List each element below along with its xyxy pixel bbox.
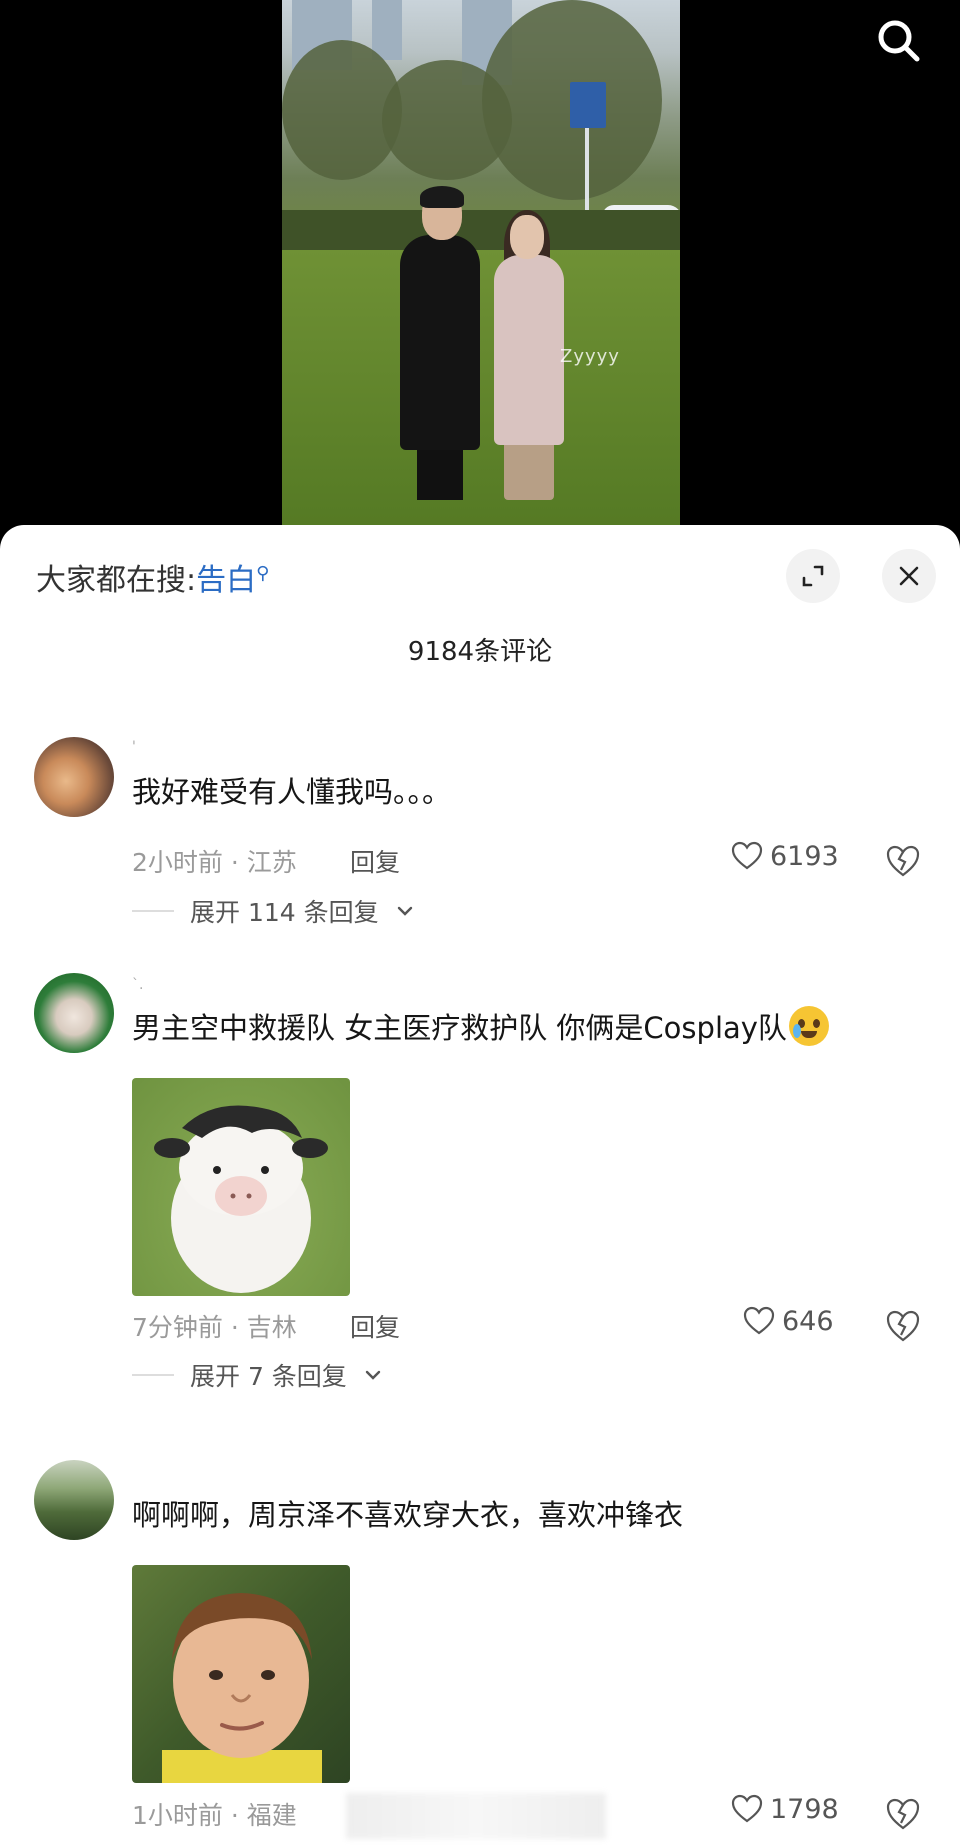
sticker-image[interactable] <box>132 1565 350 1783</box>
blurred-overlay <box>346 1793 606 1839</box>
comment-time-location: 2小时前 · 江苏 <box>132 848 297 877</box>
comment-time-location: 7分钟前 · 吉林 <box>132 1313 297 1342</box>
crying-laugh-emoji-icon <box>788 1006 829 1046</box>
avatar[interactable] <box>34 737 114 817</box>
like-button[interactable]: 646 <box>742 1304 834 1338</box>
woman-figure-head <box>510 215 544 259</box>
comment-time-location: 1小时前 · 福建 <box>132 1801 297 1830</box>
video-frame[interactable]: Zyyyy <box>282 0 680 525</box>
woman-figure <box>494 255 564 445</box>
man-figure <box>400 235 480 450</box>
expand-replies-button[interactable]: 展开 7 条回复 <box>132 1357 383 1393</box>
avatar[interactable] <box>34 973 114 1053</box>
broken-heart-icon <box>886 1310 920 1342</box>
man-figure-legs <box>417 445 463 500</box>
search-icon <box>878 20 920 62</box>
avatar[interactable] <box>34 1460 114 1540</box>
lawn <box>282 250 680 525</box>
reply-button[interactable]: 回复 <box>350 1308 400 1344</box>
divider <box>132 1374 174 1376</box>
road-sign <box>570 82 606 128</box>
expand-replies-label: 展开 114 条回复 <box>190 898 379 927</box>
comment-count: 9184条评论 <box>407 637 553 667</box>
like-count: 1798 <box>770 1793 839 1825</box>
like-count: 646 <box>782 1305 834 1337</box>
expand-replies-label: 展开 7 条回复 <box>190 1362 347 1391</box>
comment-text: 啊啊啊，周京泽不喜欢穿大衣，喜欢冲锋衣 <box>132 1498 684 1532</box>
boy-sticker-icon <box>162 1593 322 1783</box>
cow-sticker-icon <box>154 1105 328 1293</box>
comment-text: 我好难受有人懂我吗。。。 <box>132 775 452 809</box>
sticker-image[interactable] <box>132 1078 350 1296</box>
comment-username[interactable]: `. <box>132 977 143 993</box>
search-button[interactable] <box>872 14 926 68</box>
heart-icon <box>743 1306 775 1335</box>
comment-text: 男主空中救援队 女主医疗救护队 你俩是Cosplay队 <box>132 1005 829 1047</box>
background-building <box>372 0 402 60</box>
video-player[interactable]: Zyyyy <box>0 0 960 540</box>
dislike-button[interactable] <box>884 1795 922 1833</box>
close-button[interactable] <box>882 549 936 603</box>
trending-keyword[interactable]: 告白 <box>196 563 256 598</box>
chevron-down-icon <box>397 906 412 916</box>
like-count: 6193 <box>770 840 839 872</box>
broken-heart-icon <box>886 1798 920 1830</box>
chevron-down-icon <box>365 1370 381 1380</box>
trending-search[interactable]: 大家都在搜:告白⚲ <box>36 555 269 599</box>
divider <box>132 910 174 912</box>
tear-drop <box>792 1024 801 1038</box>
hedge <box>282 210 680 250</box>
heart-icon <box>731 1794 763 1823</box>
expand-button[interactable] <box>786 549 840 603</box>
comment-username[interactable]: ' <box>132 739 136 755</box>
heart-icon <box>731 841 763 870</box>
expand-icon <box>802 565 824 587</box>
comment-sheet: 大家都在搜:告白⚲ 9184条评论 ' 我好难受有人懂我吗。。。 2小时前 · … <box>0 525 960 1845</box>
reply-button[interactable]: 回复 <box>350 843 400 879</box>
broken-heart-icon <box>886 845 920 877</box>
like-button[interactable]: 6193 <box>730 839 839 873</box>
close-icon <box>899 566 919 586</box>
dislike-button[interactable] <box>884 1307 922 1345</box>
video-watermark: Zyyyy <box>560 346 620 367</box>
man-figure-hair <box>420 186 464 208</box>
sign-pole <box>585 126 589 216</box>
trending-label: 大家都在搜: <box>36 563 197 598</box>
search-small-icon: ⚲ <box>256 563 270 584</box>
expand-replies-button[interactable]: 展开 114 条回复 <box>132 893 415 929</box>
dislike-button[interactable] <box>884 842 922 880</box>
like-button[interactable]: 1798 <box>730 1792 839 1826</box>
comment-text-content: 男主空中救援队 女主医疗救护队 你俩是Cosplay队 <box>132 1011 787 1045</box>
